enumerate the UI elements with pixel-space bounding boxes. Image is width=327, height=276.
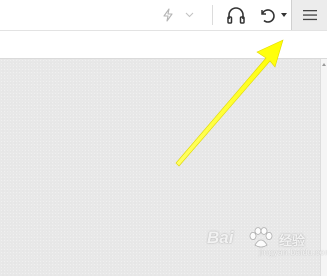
lightning-icon[interactable] (160, 0, 176, 30)
toolbar-separator (212, 5, 213, 25)
watermark-subtext: jingyan.baidu.com (259, 248, 327, 257)
scroll-up-arrow-icon[interactable] (322, 63, 326, 66)
hamburger-menu-icon (292, 0, 327, 30)
address-bar[interactable] (0, 30, 327, 59)
headphones-icon[interactable] (224, 0, 248, 30)
baidu-watermark: Bai 经验 jingyan.baidu.com (207, 226, 327, 260)
dropdown-caret-icon[interactable] (279, 0, 289, 30)
menu-button[interactable] (291, 0, 327, 30)
browser-toolbar (0, 0, 327, 30)
watermark-text-right: 经验 (279, 233, 306, 248)
chevron-down-icon[interactable] (182, 0, 196, 30)
undo-icon[interactable] (256, 0, 278, 30)
baidu-paw-icon (249, 227, 273, 248)
watermark-text-left: Bai (207, 228, 234, 247)
